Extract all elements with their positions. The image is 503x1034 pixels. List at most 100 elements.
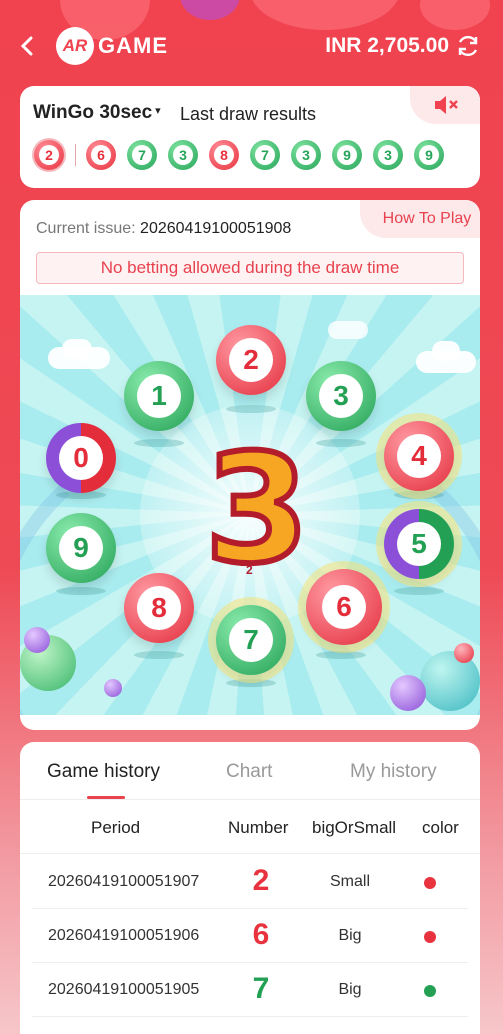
history-tabs: Game history Chart My history — [20, 742, 480, 800]
recent-result-ball: 3 — [291, 140, 321, 170]
ball-shadow — [394, 491, 444, 499]
game-card: Current issue: 20260419100051908 How To … — [20, 200, 480, 730]
decor-bubble — [180, 0, 240, 20]
recent-result-number: 3 — [378, 145, 398, 165]
decor-orb — [454, 643, 474, 663]
ball-shadow — [316, 439, 366, 447]
decor-bubble — [250, 0, 400, 30]
ball-label: 0 — [59, 436, 103, 480]
recent-result-number: 7 — [255, 145, 275, 165]
ball-label: 6 — [322, 585, 366, 629]
recent-result-ball: 9 — [414, 140, 444, 170]
ball-label: 7 — [229, 618, 273, 662]
decor-orb — [24, 627, 50, 653]
number-ball-3: 3 — [306, 361, 376, 431]
cloud-decor — [432, 341, 460, 361]
mute-speaker-icon — [435, 96, 458, 114]
chevron-left-icon — [20, 36, 33, 56]
divider — [75, 144, 76, 166]
recent-result-number: 8 — [214, 145, 234, 165]
ball-shadow — [56, 587, 106, 595]
recent-result-number: 3 — [296, 145, 316, 165]
number-cell: 2 — [252, 864, 270, 897]
recent-result-ball: 7 — [250, 140, 280, 170]
number-ball-8: 8 — [124, 573, 194, 643]
sound-toggle-button[interactable] — [410, 86, 480, 124]
period-cell: 20260419100051907 — [48, 873, 200, 890]
number-ball-6: 6 — [306, 569, 382, 645]
current-issue: Current issue: 20260419100051908 — [36, 220, 291, 238]
app-logo: AR GAME — [56, 26, 168, 66]
big-or-small-cell: Big — [338, 927, 362, 944]
caret-down-icon: ▾ — [155, 105, 161, 117]
recent-result-ball: 3 — [373, 140, 403, 170]
recent-result-number: 9 — [419, 145, 439, 165]
recent-result-number: 6 — [91, 145, 111, 165]
number-ball-0: 0 — [46, 423, 116, 493]
big-or-small-cell: Small — [329, 873, 370, 890]
refresh-icon[interactable] — [455, 33, 481, 59]
ball-label: 2 — [229, 338, 273, 382]
tab-game-history[interactable]: Game history — [47, 761, 160, 783]
color-dot — [424, 931, 436, 943]
tab-chart[interactable]: Chart — [226, 761, 272, 783]
active-tab-indicator — [87, 796, 125, 799]
history-panel: Game history Chart My history Period Num… — [20, 742, 480, 1034]
recent-result-ball: 7 — [127, 140, 157, 170]
history-row: 20260419100051906 6 Big — [32, 909, 468, 963]
back-button[interactable] — [16, 32, 38, 60]
recent-results-list: 2 6 7 3 8 7 3 9 3 9 — [34, 138, 455, 172]
app-header: AR GAME INR 2,705.00 — [0, 0, 503, 88]
ball-label: 4 — [397, 434, 441, 478]
betting-closed-notice: No betting allowed during the draw time — [36, 252, 464, 284]
recent-result-number: 3 — [173, 145, 193, 165]
decor-orb — [390, 675, 426, 711]
number-ball-9: 9 — [46, 513, 116, 583]
period-cell: 20260419100051906 — [48, 927, 200, 944]
decor-bubble — [420, 0, 490, 30]
recent-result-number: 2 — [39, 145, 59, 165]
history-row: 20260419100051907 2 Small — [32, 855, 468, 909]
ball-label: 1 — [137, 374, 181, 418]
game-name: WinGo 30sec — [33, 102, 153, 123]
ball-shadow — [394, 587, 444, 595]
history-table-header: Period Number bigOrSmall color — [20, 800, 480, 854]
period-cell: 20260419100051905 — [48, 981, 200, 998]
number-ball-5: 5 — [384, 509, 454, 579]
recent-result-ball: 9 — [332, 140, 362, 170]
ball-shadow — [226, 679, 276, 687]
logo-text: GAME — [98, 33, 168, 58]
recent-result-ball: 3 — [168, 140, 198, 170]
number-ball-1: 1 — [124, 361, 194, 431]
column-header-color: color — [422, 818, 459, 837]
ball-shadow — [134, 439, 184, 447]
game-selector[interactable]: WinGo 30sec ▾ — [33, 102, 161, 124]
column-header-period: Period — [91, 818, 141, 837]
number-ball-7: 7 — [216, 605, 286, 675]
number-ball-4: 4 — [384, 421, 454, 491]
issue-label: Current issue: — [36, 220, 136, 237]
color-dot — [424, 877, 436, 889]
decor-orb — [104, 679, 122, 697]
issue-number: 20260419100051908 — [140, 220, 292, 237]
big-or-small-cell: Big — [338, 981, 362, 998]
how-to-play-button[interactable]: How To Play — [360, 200, 480, 238]
color-dot — [424, 985, 436, 997]
wallet-balance: INR 2,705.00 — [325, 34, 449, 57]
column-header-number: Number — [228, 818, 289, 837]
recent-result-number: 9 — [337, 145, 357, 165]
number-cell: 6 — [252, 918, 270, 951]
recent-result-ball: 8 — [209, 140, 239, 170]
last-draw-card: WinGo 30sec ▾ Last draw results 2 6 7 3 8 7 3 9 3… — [20, 86, 480, 188]
history-row: 20260419100051905 7 Big — [32, 963, 468, 1017]
cloud-decor — [62, 339, 92, 359]
cloud-decor — [328, 321, 368, 339]
ball-label: 5 — [397, 522, 441, 566]
recent-result-ball: 2 — [34, 140, 64, 170]
draw-animation-stage: 0 1 2 3 4 5 6 7 8 9 3 2 — [20, 295, 480, 715]
tab-my-history[interactable]: My history — [350, 761, 437, 783]
recent-result-ball: 6 — [86, 140, 116, 170]
last-draw-label: Last draw results — [180, 104, 317, 124]
column-header-big-or-small: bigOrSmall — [312, 818, 397, 837]
logo-mark: AR — [56, 27, 94, 65]
